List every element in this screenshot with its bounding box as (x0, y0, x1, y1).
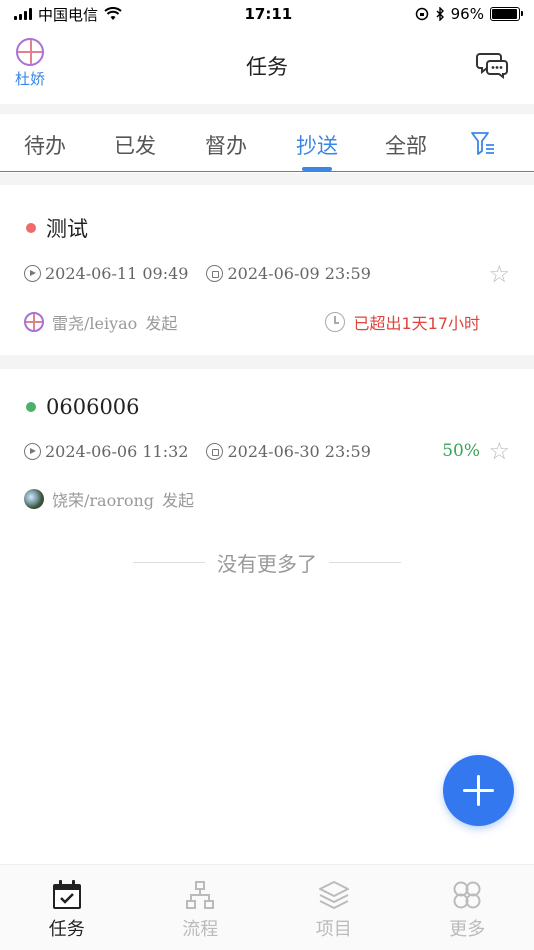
nav-label: 项目 (315, 919, 352, 940)
start-time-icon (24, 443, 41, 460)
nav-more[interactable]: 更多 (401, 865, 534, 950)
nav-tasks[interactable]: 任务 (0, 865, 134, 950)
divider (329, 562, 401, 563)
nav-flow[interactable]: 流程 (134, 865, 268, 950)
overdue-status: 已超出1天17小时 (325, 310, 480, 334)
clock-icon (325, 312, 346, 332)
tab-bar: 待办 已发 督办 抄送 全部 (0, 114, 534, 172)
nav-label: 更多 (449, 919, 486, 940)
task-title: 0606006 (46, 395, 140, 419)
task-title-row: 0606006 (26, 395, 140, 419)
start-time: 2024-06-06 11:32 (45, 442, 189, 461)
status-dot (26, 402, 36, 412)
nav-label: 流程 (182, 919, 219, 940)
nav-projects[interactable]: 项目 (267, 865, 401, 950)
battery-icon (489, 7, 523, 21)
tab-all[interactable]: 全部 (385, 130, 427, 160)
list-end-indicator: 没有更多了 (0, 548, 534, 577)
initiator-action: 发起 (162, 491, 195, 510)
layers-icon (318, 881, 349, 909)
tab-supervise[interactable]: 督办 (205, 130, 247, 160)
end-time: 2024-06-30 23:59 (227, 442, 371, 461)
divider (0, 104, 534, 114)
status-dot (26, 223, 36, 233)
list-end-text: 没有更多了 (217, 552, 317, 576)
start-time: 2024-06-11 09:49 (45, 264, 189, 283)
chat-icon[interactable] (476, 50, 510, 80)
tab-todo[interactable]: 待办 (24, 130, 66, 160)
app-header: 杜娇 任务 (0, 28, 534, 104)
task-title-row: 测试 (26, 213, 88, 243)
initiator-name: 饶荣/raorong (52, 491, 155, 510)
status-bar: 中国电信 17:11 96% (0, 0, 534, 28)
tab-cc[interactable]: 抄送 (296, 130, 338, 160)
divider (0, 355, 534, 369)
task-title: 测试 (46, 217, 88, 241)
flowchart-icon (186, 881, 215, 909)
overdue-text: 已超出1天17小时 (353, 314, 480, 333)
task-times: 2024-06-11 09:49 2024-06-09 23:59 (24, 264, 389, 283)
bottom-nav: 任务 流程 项目 更多 (0, 864, 534, 950)
progress-percent: 50% (442, 441, 480, 461)
task-initiator: 雷尧/leiyao 发起 (24, 310, 177, 334)
calendar-check-icon (52, 880, 81, 909)
task-times: 2024-06-06 11:32 2024-06-30 23:59 (24, 442, 389, 461)
add-task-button[interactable] (443, 755, 514, 826)
end-time-icon (206, 443, 224, 460)
start-time-icon (24, 265, 41, 282)
divider (133, 562, 205, 563)
clover-icon (453, 881, 481, 909)
avatar (24, 312, 44, 332)
filter-icon[interactable] (470, 130, 496, 156)
end-time: 2024-06-09 23:59 (227, 264, 371, 283)
bluetooth-icon (436, 7, 444, 21)
orientation-lock-icon (415, 7, 428, 21)
carrier-label: 中国电信 (38, 5, 99, 24)
initiator-name: 雷尧/leiyao (52, 314, 138, 333)
task-card[interactable]: 测试 2024-06-11 09:49 2024-06-09 23:59 ☆ 雷… (0, 185, 534, 355)
star-icon[interactable]: ☆ (488, 439, 510, 463)
tab-sent[interactable]: 已发 (114, 130, 156, 160)
wifi-icon (104, 7, 122, 20)
active-tab-indicator (302, 167, 332, 171)
end-time-icon (206, 265, 224, 282)
page-title: 任务 (246, 55, 288, 79)
star-icon[interactable]: ☆ (488, 262, 510, 286)
avatar (24, 489, 44, 509)
user-name: 杜娇 (14, 70, 45, 88)
divider (0, 173, 534, 185)
task-card[interactable]: 0606006 2024-06-06 11:32 2024-06-30 23:5… (0, 369, 534, 519)
task-initiator: 饶荣/raorong 发起 (24, 487, 194, 511)
nav-label: 任务 (48, 919, 85, 940)
user-profile-button[interactable]: 杜娇 (12, 38, 48, 89)
battery-percent: 96% (450, 5, 484, 23)
signal-icon (14, 8, 32, 20)
initiator-action: 发起 (145, 314, 178, 333)
clock-time: 17:11 (244, 5, 293, 23)
avatar (16, 38, 44, 66)
